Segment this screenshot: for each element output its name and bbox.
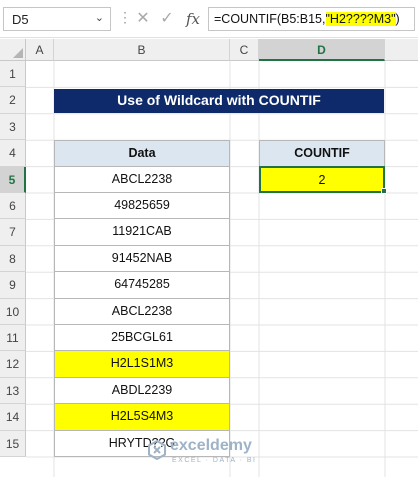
row-header-3[interactable]: 3 [0,113,26,141]
data-cell[interactable]: 64745285 [54,271,230,299]
row-header-12[interactable]: 12 [0,351,26,378]
data-cell[interactable]: 11921CAB [54,218,230,246]
watermark-name: exceldemy [170,437,252,454]
enter-check-icon[interactable]: ✓ [156,7,178,31]
name-box-value: D5 [12,12,29,27]
row-header-13[interactable]: 13 [0,377,26,405]
row-header-11[interactable]: 11 [0,325,26,352]
column-header-b[interactable]: B [54,39,230,61]
data-cell[interactable]: ABCL2238 [54,297,230,325]
data-cell[interactable]: H2L1S1M3 [54,350,230,378]
data-cell[interactable]: 91452NAB [54,244,230,273]
exceldemy-logo-icon [148,440,166,460]
formula-input[interactable]: =COUNTIF(B5:B15,"H2????M3") [208,7,415,31]
cancel-icon[interactable]: ✕ [132,7,154,31]
formula-prefix: =COUNTIF(B5:B15, [214,12,326,26]
data-cell[interactable]: 49825659 [54,192,230,220]
data-cell[interactable]: 25BCGL61 [54,324,230,352]
data-header[interactable]: Data [54,140,230,167]
column-header-c[interactable]: C [230,39,259,61]
watermark-tagline: EXCEL · DATA · BI [172,457,257,464]
data-cell[interactable]: ABCL2238 [54,165,230,193]
row-header-9[interactable]: 9 [0,272,26,299]
select-all-button[interactable] [0,39,26,61]
column-header-d[interactable]: D [259,39,385,61]
name-box[interactable]: D5 ⌄ [3,7,111,31]
fill-handle[interactable] [381,188,387,194]
row-header-7[interactable]: 7 [0,219,26,246]
row-header-14[interactable]: 14 [0,404,26,431]
chevron-down-icon[interactable]: ⌄ [95,11,104,24]
watermark: exceldemy EXCEL · DATA · BI [148,435,288,475]
row-header-15[interactable]: 15 [0,430,26,457]
formula-bar: D5 ⌄ ⋮ ✕ ✓ fx =COUNTIF(B5:B15,"H2????M3"… [0,0,418,38]
countif-result-cell[interactable]: 2 [259,165,385,193]
formula-criteria-highlight: "H2????M3" [325,12,396,26]
column-header-a[interactable]: A [26,39,54,61]
countif-header[interactable]: COUNTIF [259,140,385,167]
formula-suffix: ) [395,12,400,26]
sheet-title[interactable]: Use of Wildcard with COUNTIF [54,89,384,113]
data-cell[interactable]: ABDL2239 [54,376,230,405]
row-header-2[interactable]: 2 [0,87,26,114]
data-cell[interactable]: H2L5S4M3 [54,403,230,431]
row-header-4[interactable]: 4 [0,140,26,167]
row-header-8[interactable]: 8 [0,245,26,273]
row-header-6[interactable]: 6 [0,193,26,220]
row-header-5[interactable]: 5 [0,166,26,193]
column-header-e[interactable] [385,39,418,61]
row-header-1[interactable]: 1 [0,61,26,88]
row-header-10[interactable]: 10 [0,298,26,325]
insert-function-icon[interactable]: fx [182,7,204,31]
more-options-icon[interactable]: ⋮ [118,9,133,26]
select-all-icon [13,48,23,58]
